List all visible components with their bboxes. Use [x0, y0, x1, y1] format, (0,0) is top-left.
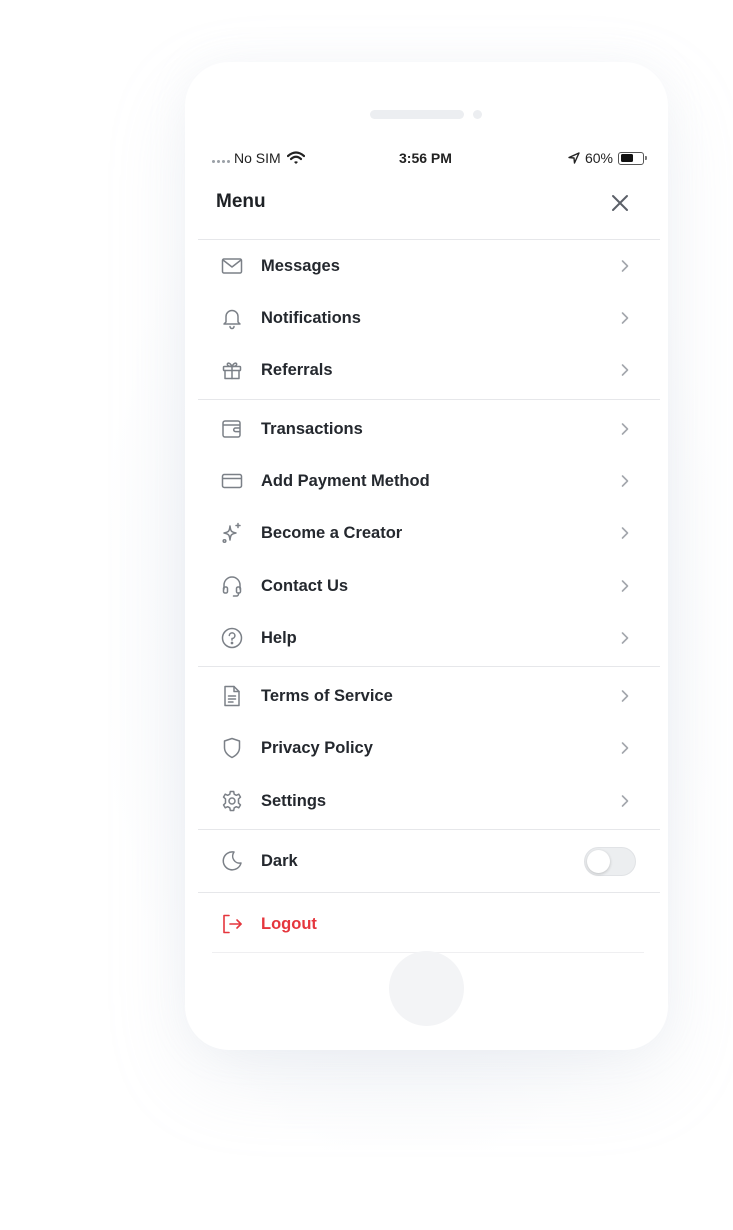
menu-item-contact-us[interactable]: Contact Us — [216, 562, 636, 610]
menu-item-terms-of-service[interactable]: Terms of Service — [216, 672, 636, 720]
chevron-right-icon — [621, 690, 629, 702]
chevron-right-icon — [621, 795, 629, 807]
headset-icon — [216, 570, 248, 602]
battery-fill — [620, 154, 633, 162]
dark-mode-label: Dark — [261, 851, 298, 870]
logout-icon — [216, 908, 248, 940]
toggle-knob — [587, 850, 610, 873]
chevron-right-icon — [621, 260, 629, 272]
menu-item-help[interactable]: Help — [216, 614, 636, 662]
chevron-right-icon — [621, 475, 629, 487]
chevron-right-icon — [621, 312, 629, 324]
menu-item-label: Messages — [261, 256, 340, 275]
chevron-right-icon — [621, 423, 629, 435]
menu-item-transactions[interactable]: Transactions — [216, 405, 636, 453]
menu-item-label: Terms of Service — [261, 686, 393, 705]
menu-item-add-payment-method[interactable]: Add Payment Method — [216, 457, 636, 505]
location-arrow-icon — [568, 152, 580, 164]
help-circle-icon — [216, 622, 248, 654]
sparkles-icon — [216, 517, 248, 549]
chevron-right-icon — [621, 364, 629, 376]
menu-item-become-a-creator[interactable]: Become a Creator — [216, 509, 636, 557]
close-icon[interactable] — [609, 192, 631, 214]
logout-button[interactable]: Logout — [216, 900, 636, 948]
phone-speaker — [370, 110, 464, 119]
home-button[interactable] — [389, 951, 464, 1026]
shield-icon — [216, 732, 248, 764]
menu-item-label: Help — [261, 628, 297, 647]
document-icon — [216, 680, 248, 712]
phone-camera — [473, 110, 482, 119]
signal-dots-icon — [212, 159, 230, 163]
menu-item-settings[interactable]: Settings — [216, 777, 636, 825]
section-divider — [198, 829, 660, 830]
chevron-right-icon — [621, 632, 629, 644]
menu-header: Menu — [216, 188, 636, 220]
logout-label: Logout — [261, 914, 317, 933]
section-divider — [198, 399, 660, 400]
header-divider — [198, 239, 660, 240]
menu-item-label: Notifications — [261, 308, 361, 327]
menu-item-label: Privacy Policy — [261, 738, 373, 757]
battery-percent: 60% — [584, 150, 613, 166]
menu-item-messages[interactable]: Messages — [216, 242, 636, 290]
bell-icon — [216, 302, 248, 334]
section-divider — [198, 666, 660, 667]
dark-mode-row: Dark — [216, 837, 636, 885]
menu-item-label: Referrals — [261, 360, 333, 379]
dark-mode-toggle[interactable] — [584, 847, 636, 876]
menu-item-label: Contact Us — [261, 576, 349, 595]
status-time: 3:56 PM — [399, 150, 452, 166]
chevron-right-icon — [621, 742, 629, 754]
menu-item-privacy-policy[interactable]: Privacy Policy — [216, 724, 636, 772]
credit-card-icon — [216, 465, 248, 497]
battery-tip — [645, 156, 647, 160]
gift-icon — [216, 354, 248, 386]
chevron-right-icon — [621, 527, 629, 539]
wifi-icon — [286, 151, 305, 164]
section-divider — [198, 892, 660, 893]
status-right: 60% — [568, 150, 647, 166]
status-left: No SIM — [212, 150, 305, 166]
gear-icon — [216, 785, 248, 817]
menu-item-label: Transactions — [261, 419, 363, 438]
chevron-right-icon — [621, 580, 629, 592]
moon-icon — [216, 845, 248, 877]
menu-item-referrals[interactable]: Referrals — [216, 346, 636, 394]
status-bar: No SIM 3:56 PM 60% — [212, 150, 647, 170]
mail-icon — [216, 250, 248, 282]
carrier-label: No SIM — [234, 150, 281, 166]
menu-item-label: Settings — [261, 791, 327, 810]
battery-icon — [618, 151, 647, 165]
menu-item-notifications[interactable]: Notifications — [216, 294, 636, 342]
menu-item-label: Add Payment Method — [261, 471, 430, 490]
menu-item-label: Become a Creator — [261, 523, 403, 542]
wallet-icon — [216, 413, 248, 445]
menu-title: Menu — [216, 191, 266, 212]
